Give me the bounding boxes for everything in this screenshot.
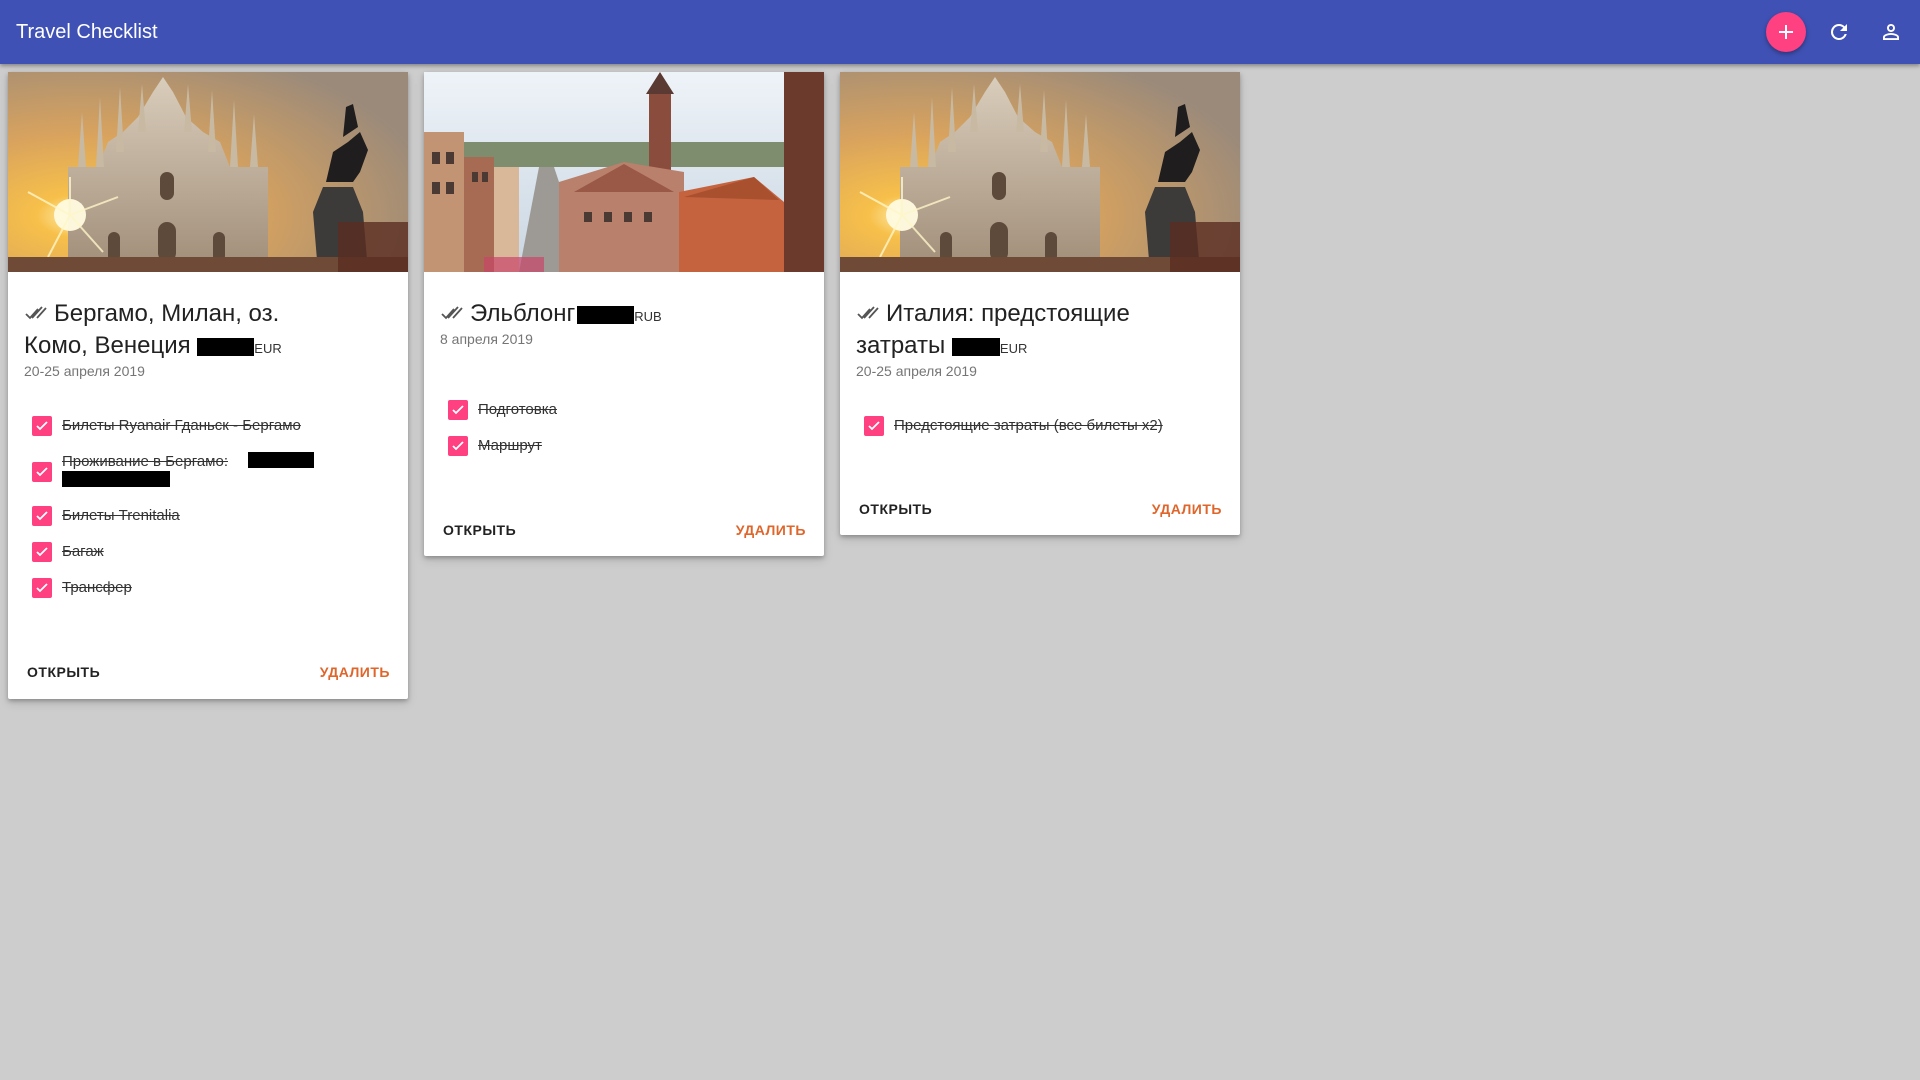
check-icon [36, 547, 48, 557]
checkbox[interactable] [864, 416, 884, 436]
app-bar: Travel Checklist [0, 0, 1920, 64]
checklist-item-label: Билеты Ryanair Гданьск - Бергамо [62, 417, 301, 434]
delete-button[interactable]: УДАЛИТЬ [320, 662, 390, 682]
delete-button[interactable]: УДАЛИТЬ [736, 520, 806, 540]
checkbox[interactable] [32, 578, 52, 598]
checkbox[interactable] [448, 400, 468, 420]
checkbox[interactable] [32, 416, 52, 436]
account-button[interactable] [1871, 12, 1911, 52]
check-icon [868, 421, 880, 431]
milan-cathedral-image [8, 72, 408, 272]
add-trip-button[interactable] [1766, 12, 1806, 52]
milan-cathedral-image [840, 72, 1240, 272]
redacted-text [248, 452, 314, 468]
open-button[interactable]: ОТКРЫТЬ [859, 499, 932, 519]
trip-card: Италия: предстоящие затраты EUR 20-25 ап… [840, 72, 1240, 535]
checklist-item-label: Подготовка [478, 401, 557, 418]
check-icon [452, 441, 464, 451]
redacted-amount [577, 305, 635, 324]
currency: EUR [254, 341, 282, 356]
currency: RUB [634, 309, 662, 324]
checkbox[interactable] [32, 506, 52, 526]
checkbox[interactable] [32, 462, 52, 482]
trip-title-line2: затраты [856, 332, 946, 359]
checklist-item-label: Проживание в Бергамо: [62, 453, 228, 470]
checklist-item-label: Багаж [62, 543, 104, 560]
checklist-item-label: Билеты Trenitalia [62, 507, 180, 524]
open-button[interactable]: ОТКРЫТЬ [443, 520, 516, 540]
elblag-street-image [424, 72, 824, 272]
checklist-item-label: Маршрут [478, 437, 542, 454]
check-icon [36, 511, 48, 521]
app-title: Travel Checklist [16, 21, 158, 43]
trip-card: Эльблонг RUB 8 апреля 2019 Подготовка Мар… [424, 72, 824, 556]
open-button[interactable]: ОТКРЫТЬ [27, 662, 100, 682]
redacted-amount [951, 337, 1000, 356]
refresh-button[interactable] [1819, 12, 1859, 52]
trip-image [424, 72, 824, 272]
trip-date: 8 апреля 2019 [440, 331, 533, 347]
check-icon [36, 421, 48, 431]
trip-title-line1: Эльблонг [470, 300, 576, 327]
checkbox[interactable] [448, 436, 468, 456]
redacted-amount [197, 337, 255, 356]
checklist-item-label: Трансфер [62, 579, 132, 596]
checklist-item-label: Предстоящие затраты (все билеты x2) [894, 417, 1163, 434]
checkbox[interactable] [32, 542, 52, 562]
trip-image [840, 72, 1240, 272]
refresh-icon [1830, 23, 1847, 40]
currency: EUR [999, 341, 1028, 356]
redacted-text [62, 471, 170, 487]
person-icon [1883, 24, 1899, 40]
delete-button[interactable]: УДАЛИТЬ [1152, 499, 1222, 519]
check-icon [36, 467, 48, 477]
trip-title: Италия: предстоящие затраты EUR [856, 298, 1156, 365]
trip-title: Бергамо, Милан, оз. Комо, Венеция EUR [24, 298, 324, 365]
trip-title-line2: Комо, Венеция [24, 332, 191, 359]
trip-date: 20-25 апреля 2019 [24, 363, 145, 379]
trip-title-line1: Италия: предстоящие [886, 300, 1130, 327]
check-icon [36, 583, 48, 593]
done-all-icon [441, 306, 463, 320]
check-icon [452, 405, 464, 415]
trip-card: Бергамо, Милан, оз. Комо, Венеция EUR 20… [8, 72, 408, 699]
trip-title: Эльблонг RUB [440, 298, 740, 333]
done-all-icon [25, 306, 47, 320]
plus-icon [1779, 25, 1793, 39]
done-all-icon [857, 306, 879, 320]
trip-image [8, 72, 408, 272]
trip-date: 20-25 апреля 2019 [856, 363, 977, 379]
trip-title-line1: Бергамо, Милан, оз. [54, 300, 280, 327]
